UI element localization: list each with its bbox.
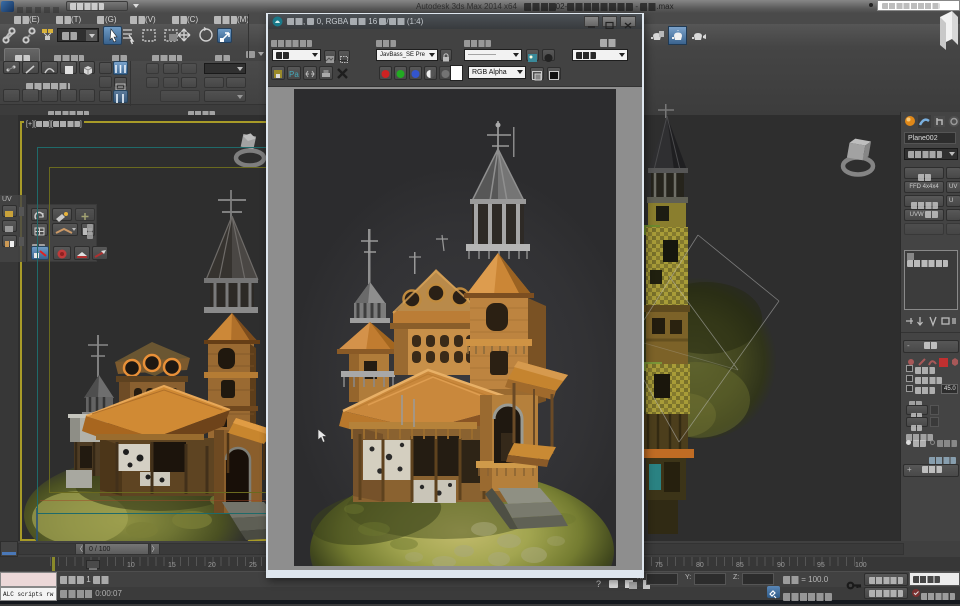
svg-text:Pa: Pa (289, 70, 299, 79)
svg-text:?: ? (596, 579, 601, 589)
